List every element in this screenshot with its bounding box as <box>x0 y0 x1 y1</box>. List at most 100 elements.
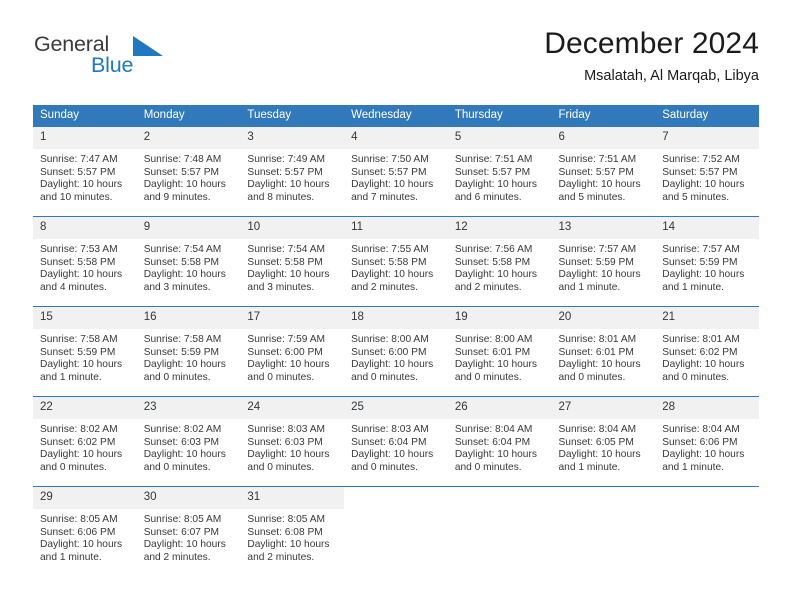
calendar-day-cell[interactable]: 15 Sunrise: 7:58 AM Sunset: 5:59 PM Dayligh… <box>33 306 137 397</box>
day-details: Sunrise: 8:00 AM Sunset: 6:01 PM Daylight:… <box>448 329 552 385</box>
calendar-day-cell[interactable]: 28 Sunrise: 8:04 AM Sunset: 6:06 PM Dayligh… <box>655 396 759 487</box>
daylight-text-line2: and 10 minutes. <box>40 192 113 204</box>
calendar-day-cell[interactable]: 11 Sunrise: 7:55 AM Sunset: 5:58 PM Dayligh… <box>344 216 448 307</box>
calendar-day-cell[interactable]: 19 Sunrise: 8:00 AM Sunset: 6:01 PM Dayligh… <box>447 306 552 397</box>
page-title: December 2024 <box>544 27 759 60</box>
daylight-text-line2: and 0 minutes. <box>351 372 418 384</box>
calendar-empty-cell <box>551 486 656 577</box>
day-details: Sunrise: 7:54 AM Sunset: 5:58 PM Daylight:… <box>240 239 344 295</box>
sunrise-text: Sunrise: 7:55 AM <box>351 244 429 255</box>
daylight-text-line2: and 1 minute. <box>662 282 724 294</box>
calendar-day-cell[interactable]: 7 Sunrise: 7:52 AM Sunset: 5:57 PM Daylight… <box>655 126 759 217</box>
day-number: 9 <box>136 217 241 239</box>
calendar-day-cell[interactable]: 18 Sunrise: 8:00 AM Sunset: 6:00 PM Dayligh… <box>344 306 448 397</box>
daylight-text-line2: and 1 minute. <box>40 372 102 384</box>
day-details: Sunrise: 8:03 AM Sunset: 6:04 PM Daylight:… <box>344 419 448 475</box>
day-number: 4 <box>344 127 448 149</box>
calendar-day-cell[interactable]: 6 Sunrise: 7:51 AM Sunset: 5:57 PM Daylight… <box>551 126 656 217</box>
day-details: Sunrise: 8:05 AM Sunset: 6:08 PM Daylight:… <box>240 509 344 565</box>
calendar-week-row: 1 Sunrise: 7:47 AM Sunset: 5:57 PM Daylight… <box>33 126 759 217</box>
daylight-text-line1: Daylight: 10 hours <box>662 359 745 371</box>
calendar-day-cell[interactable]: 21 Sunrise: 8:01 AM Sunset: 6:02 PM Dayligh… <box>655 306 759 397</box>
sunrise-text: Sunrise: 7:51 AM <box>558 154 637 165</box>
sunset-text: Sunset: 5:59 PM <box>558 256 634 268</box>
calendar-header-row: Sunday Monday Tuesday Wednesday Thursday… <box>33 105 759 127</box>
daylight-text-line2: and 0 minutes. <box>351 462 418 474</box>
daylight-text-line1: Daylight: 10 hours <box>662 179 745 191</box>
sunrise-text: Sunrise: 8:03 AM <box>247 424 325 435</box>
sunrise-text: Sunrise: 8:05 AM <box>143 514 222 525</box>
daylight-text-line1: Daylight: 10 hours <box>662 449 745 461</box>
day-details: Sunrise: 7:57 AM Sunset: 5:59 PM Daylight:… <box>552 239 656 295</box>
calendar-empty-cell <box>655 486 759 577</box>
calendar-day-cell[interactable]: 29 Sunrise: 8:05 AM Sunset: 6:06 PM Dayligh… <box>33 486 137 577</box>
sunrise-text: Sunrise: 7:56 AM <box>454 244 533 255</box>
calendar-day-cell[interactable]: 5 Sunrise: 7:51 AM Sunset: 5:57 PM Daylight… <box>447 126 552 217</box>
sunrise-text: Sunrise: 8:02 AM <box>40 424 118 435</box>
daylight-text-line2: and 5 minutes. <box>662 192 730 204</box>
calendar-day-cell[interactable]: 14 Sunrise: 7:57 AM Sunset: 5:59 PM Dayligh… <box>655 216 759 307</box>
calendar-day-cell[interactable]: 1 Sunrise: 7:47 AM Sunset: 5:57 PM Daylight… <box>33 126 137 217</box>
daylight-text-line2: and 3 minutes. <box>143 282 211 294</box>
day-number: 10 <box>240 217 345 239</box>
day-number: 25 <box>344 397 448 419</box>
sunrise-text: Sunrise: 7:58 AM <box>40 334 118 345</box>
sunset-text: Sunset: 6:06 PM <box>40 526 116 538</box>
calendar-day-cell[interactable]: 22 Sunrise: 8:02 AM Sunset: 6:02 PM Dayligh… <box>33 396 137 487</box>
calendar-day-cell[interactable]: 16 Sunrise: 7:58 AM Sunset: 5:59 PM Dayligh… <box>136 306 241 397</box>
day-details: Sunrise: 8:02 AM Sunset: 6:02 PM Daylight:… <box>33 419 137 475</box>
day-details: Sunrise: 7:49 AM Sunset: 5:57 PM Daylight:… <box>240 149 344 205</box>
calendar-day-cell[interactable]: 2 Sunrise: 7:48 AM Sunset: 5:57 PM Daylight… <box>136 126 241 217</box>
calendar-day-cell[interactable]: 23 Sunrise: 8:02 AM Sunset: 6:03 PM Dayligh… <box>136 396 241 487</box>
calendar-day-cell[interactable]: 30 Sunrise: 8:05 AM Sunset: 6:07 PM Dayligh… <box>136 486 241 577</box>
calendar-day-cell[interactable]: 8 Sunrise: 7:53 AM Sunset: 5:58 PM Daylight… <box>33 216 137 307</box>
calendar-day-cell[interactable]: 3 Sunrise: 7:49 AM Sunset: 5:57 PM Daylight… <box>240 126 345 217</box>
daylight-text-line2: and 0 minutes. <box>247 372 315 384</box>
calendar-page: General Blue December 2024 Msalatah, Al … <box>0 0 792 612</box>
brand-triangle-icon <box>133 36 163 56</box>
daylight-text-line2: and 0 minutes. <box>143 372 211 384</box>
calendar-week-row: 29 Sunrise: 8:05 AM Sunset: 6:06 PM Dayligh… <box>33 486 759 577</box>
day-number: 6 <box>551 127 656 149</box>
calendar-day-cell[interactable]: 20 Sunrise: 8:01 AM Sunset: 6:01 PM Dayligh… <box>551 306 656 397</box>
day-details: Sunrise: 7:54 AM Sunset: 5:58 PM Daylight:… <box>137 239 241 295</box>
day-number: 12 <box>447 217 552 239</box>
sunrise-text: Sunrise: 8:05 AM <box>40 514 118 525</box>
calendar-day-cell[interactable]: 17 Sunrise: 7:59 AM Sunset: 6:00 PM Dayligh… <box>240 306 345 397</box>
day-details: Sunrise: 8:03 AM Sunset: 6:03 PM Daylight:… <box>240 419 344 475</box>
sunset-text: Sunset: 6:03 PM <box>143 436 220 448</box>
weekday-header-saturday: Saturday <box>655 105 759 127</box>
calendar-day-cell[interactable]: 26 Sunrise: 8:04 AM Sunset: 6:04 PM Dayligh… <box>447 396 552 487</box>
calendar-day-cell[interactable]: 13 Sunrise: 7:57 AM Sunset: 5:59 PM Dayligh… <box>551 216 656 307</box>
calendar-day-cell[interactable]: 12 Sunrise: 7:56 AM Sunset: 5:58 PM Dayligh… <box>447 216 552 307</box>
day-details: Sunrise: 7:58 AM Sunset: 5:59 PM Daylight:… <box>137 329 241 385</box>
calendar-day-cell[interactable]: 10 Sunrise: 7:54 AM Sunset: 5:58 PM Dayligh… <box>240 216 345 307</box>
daylight-text-line1: Daylight: 10 hours <box>40 269 123 281</box>
sunset-text: Sunset: 5:57 PM <box>558 166 634 178</box>
sunrise-text: Sunrise: 7:53 AM <box>40 244 118 255</box>
day-details: Sunrise: 8:04 AM Sunset: 6:06 PM Daylight:… <box>655 419 759 475</box>
calendar-day-cell[interactable]: 9 Sunrise: 7:54 AM Sunset: 5:58 PM Daylight… <box>136 216 241 307</box>
daylight-text-line1: Daylight: 10 hours <box>247 179 330 191</box>
calendar-day-cell[interactable]: 31 Sunrise: 8:05 AM Sunset: 6:08 PM Dayligh… <box>240 486 345 577</box>
brand-logo[interactable]: General Blue <box>33 32 263 88</box>
sunrise-text: Sunrise: 7:49 AM <box>247 154 325 165</box>
daylight-text-line1: Daylight: 10 hours <box>40 359 123 371</box>
calendar-day-cell[interactable]: 25 Sunrise: 8:03 AM Sunset: 6:04 PM Dayligh… <box>344 396 448 487</box>
sunrise-text: Sunrise: 7:57 AM <box>558 244 637 255</box>
day-details: Sunrise: 8:05 AM Sunset: 6:07 PM Daylight:… <box>137 509 241 565</box>
daylight-text-line1: Daylight: 10 hours <box>454 179 537 191</box>
calendar-day-cell[interactable]: 24 Sunrise: 8:03 AM Sunset: 6:03 PM Dayligh… <box>240 396 345 487</box>
day-details: Sunrise: 7:47 AM Sunset: 5:57 PM Daylight:… <box>33 149 137 205</box>
sunset-text: Sunset: 6:03 PM <box>247 436 323 448</box>
calendar-week-row: 22 Sunrise: 8:02 AM Sunset: 6:02 PM Dayligh… <box>33 396 759 487</box>
sunset-text: Sunset: 5:57 PM <box>662 166 738 178</box>
day-details: Sunrise: 7:55 AM Sunset: 5:58 PM Daylight:… <box>344 239 448 295</box>
day-number <box>344 487 448 509</box>
calendar-day-cell[interactable]: 4 Sunrise: 7:50 AM Sunset: 5:57 PM Daylight… <box>344 126 448 217</box>
calendar-day-cell[interactable]: 27 Sunrise: 8:04 AM Sunset: 6:05 PM Dayligh… <box>551 396 656 487</box>
daylight-text-line1: Daylight: 10 hours <box>40 539 123 551</box>
calendar-grid: Sunday Monday Tuesday Wednesday Thursday… <box>33 105 759 577</box>
day-details: Sunrise: 8:04 AM Sunset: 6:05 PM Daylight:… <box>552 419 656 475</box>
day-number: 14 <box>655 217 759 239</box>
